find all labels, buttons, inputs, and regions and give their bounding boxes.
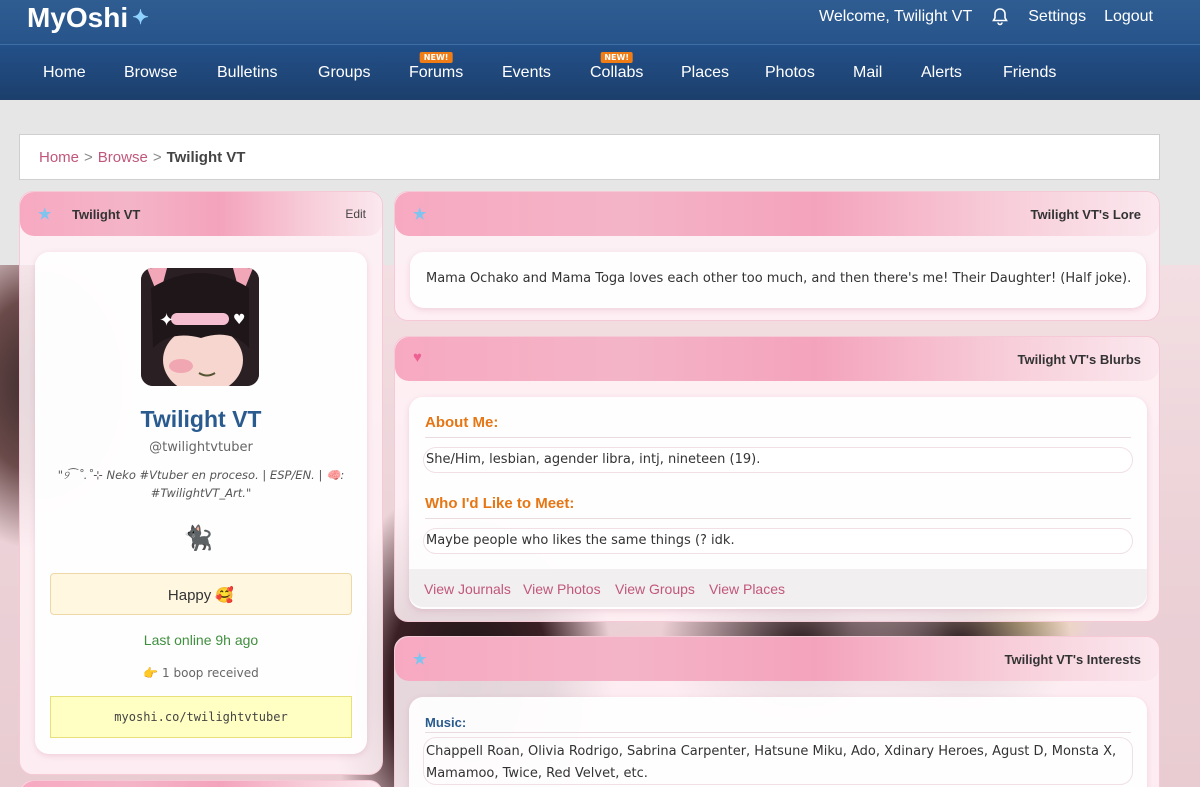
breadcrumb-current: Twilight VT (166, 149, 246, 166)
star-icon: ★ (38, 206, 52, 223)
nav-forums-label: Forums (409, 64, 464, 81)
blurbs-panel-title: Twilight VT's Blurbs (1017, 352, 1141, 367)
profile-card: ✦ ♥ Twilight VT @twilightvtuber "୨⁀˚.˚⊹ … (35, 252, 367, 754)
sparkle-icon: ✦ (132, 7, 149, 29)
nav-collabs-label: Collabs (590, 64, 644, 81)
main-nav: Home Browse Bulletins Groups Forums NEW!… (0, 44, 1200, 100)
about-me-text: She/Him, lesbian, agender libra, intj, n… (423, 447, 1133, 473)
bell-icon[interactable] (990, 7, 1010, 27)
username-handle: @twilightvtuber (149, 440, 253, 455)
mood-status: Happy 🥰 (50, 573, 352, 615)
lore-panel: ★ Twilight VT's Lore Mama Ochako and Mam… (394, 191, 1160, 321)
nav-mail[interactable]: Mail (853, 64, 882, 82)
user-menu: Welcome, Twilight VT Settings Logout (819, 7, 1153, 27)
svg-text:♥: ♥ (233, 312, 246, 328)
nav-friends[interactable]: Friends (1003, 64, 1056, 82)
nav-collabs[interactable]: Collabs NEW! (590, 52, 644, 82)
breadcrumb-separator: > (84, 149, 93, 166)
breadcrumb-separator: > (152, 149, 162, 166)
lore-panel-title: Twilight VT's Lore (1030, 207, 1141, 222)
view-photos-link[interactable]: View Photos (523, 581, 601, 597)
edit-link[interactable]: Edit (345, 207, 366, 221)
profile-panel-header: ★ Twilight VT Edit (20, 192, 382, 236)
nav-browse[interactable]: Browse (124, 64, 177, 82)
avatar[interactable]: ✦ ♥ (141, 268, 259, 386)
about-me-label: About Me: (425, 414, 499, 431)
bio-text: "୨⁀˚.˚⊹ Neko #Vtuber en proceso. | ESP/E… (55, 466, 347, 502)
blurbs-card: About Me: She/Him, lesbian, agender libr… (409, 397, 1147, 609)
lore-card: Mama Ochako and Mama Toga loves each oth… (410, 252, 1146, 308)
display-name: Twilight VT (140, 406, 262, 432)
who-to-meet-text: Maybe people who likes the same things (… (423, 528, 1133, 554)
profile-url[interactable]: myoshi.co/twilightvtuber (50, 696, 352, 738)
nav-forums[interactable]: Forums NEW! (409, 52, 464, 82)
music-line: Mamamoo, Twice, Red Velvet, etc. (426, 766, 648, 781)
new-badge: NEW! (419, 52, 453, 63)
breadcrumb: Home > Browse > Twilight VT (19, 134, 1160, 180)
nav-places[interactable]: Places (681, 64, 729, 82)
breadcrumb-home[interactable]: Home (39, 149, 79, 166)
logout-link[interactable]: Logout (1104, 8, 1153, 26)
music-text: Chappell Roan, Olivia Rodrigo, Sabrina C… (423, 737, 1133, 785)
lore-panel-header: ★ Twilight VT's Lore (395, 192, 1159, 236)
blurbs-panel-header: ♥ Twilight VT's Blurbs (395, 337, 1159, 381)
lore-text: Mama Ochako and Mama Toga loves each oth… (426, 271, 1132, 286)
profile-links-bar: View Journals View Photos View Groups Vi… (409, 569, 1147, 607)
breadcrumb-browse[interactable]: Browse (98, 149, 148, 166)
next-left-panel-header (20, 781, 382, 787)
boop-count[interactable]: 👉 1 boop received (35, 666, 367, 680)
interests-card: Music: Chappell Roan, Olivia Rodrigo, Sa… (409, 697, 1147, 787)
divider (425, 437, 1131, 438)
black-cat-icon: 🐈‍⬛ (183, 524, 213, 552)
nav-photos[interactable]: Photos (765, 64, 815, 82)
music-label: Music: (425, 715, 467, 730)
interests-panel-title: Twilight VT's Interests (1004, 652, 1141, 667)
music-line: Chappell Roan, Olivia Rodrigo, Sabrina C… (426, 744, 1117, 759)
who-to-meet-label: Who I'd Like to Meet: (425, 495, 575, 512)
new-badge: NEW! (600, 52, 633, 63)
welcome-text: Welcome, Twilight VT (819, 8, 973, 25)
interests-panel: ★ Twilight VT's Interests Music: Chappel… (394, 636, 1160, 787)
bio-line: "୨⁀˚.˚⊹ Neko #Vtuber en proceso. | ESP/E… (57, 468, 345, 482)
view-places-link[interactable]: View Places (709, 581, 785, 597)
next-left-panel (19, 780, 383, 787)
heart-icon: ♥ (413, 349, 422, 366)
last-online: Last online 9h ago (143, 632, 259, 648)
svg-text:✦: ✦ (159, 310, 174, 331)
nav-alerts[interactable]: Alerts (921, 64, 962, 82)
divider (425, 518, 1131, 519)
logo-text: MyOshi (27, 2, 129, 33)
view-groups-link[interactable]: View Groups (615, 581, 695, 597)
nav-home[interactable]: Home (43, 64, 86, 82)
blurbs-panel: ♥ Twilight VT's Blurbs About Me: She/Him… (394, 336, 1160, 622)
view-journals-link[interactable]: View Journals (424, 581, 511, 597)
nav-groups[interactable]: Groups (318, 64, 370, 82)
profile-panel-title: Twilight VT (72, 207, 141, 222)
profile-panel: ★ Twilight VT Edit ✦ ♥ Twilight VT @twil… (19, 191, 383, 775)
star-icon: ★ (413, 651, 427, 668)
bio-line: #TwilightVT_Art." (150, 486, 252, 500)
site-logo[interactable]: MyOshi ✦ (27, 2, 149, 34)
top-bar: MyOshi ✦ Welcome, Twilight VT Settings Lo… (0, 0, 1200, 44)
divider (425, 732, 1131, 733)
star-icon: ★ (413, 206, 427, 223)
nav-events[interactable]: Events (502, 64, 551, 82)
interests-panel-header: ★ Twilight VT's Interests (395, 637, 1159, 681)
settings-link[interactable]: Settings (1028, 8, 1086, 26)
nav-bulletins[interactable]: Bulletins (217, 64, 277, 82)
